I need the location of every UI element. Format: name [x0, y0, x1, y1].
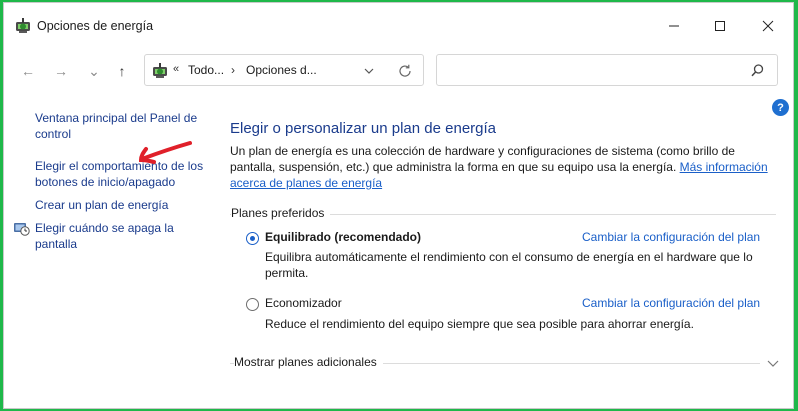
sidebar-item-display-off[interactable]: Elegir cuándo se apaga la pantalla [35, 220, 205, 252]
chevron-down-icon[interactable] [766, 357, 780, 369]
search-icon [751, 64, 764, 77]
plan-balanced-radio[interactable] [246, 232, 259, 245]
sidebar: Ventana principal del Panel de control E… [4, 93, 214, 403]
sidebar-item-create-plan[interactable]: Crear un plan de energía [35, 197, 205, 213]
navigation-bar: ← → ⌄ ↑ « Todo... › Opciones d... [4, 49, 793, 93]
maximize-button[interactable] [697, 3, 743, 49]
minimize-button[interactable] [651, 3, 697, 49]
arrow-left-icon: ← [21, 63, 35, 79]
maximize-icon [715, 21, 725, 31]
back-button[interactable]: ← [16, 60, 40, 82]
page-description: Un plan de energía es una colección de h… [230, 143, 775, 191]
close-icon [762, 20, 774, 32]
chevron-down-icon: ⌄ [88, 62, 100, 79]
page-title: Elegir o personalizar un plan de energía [230, 120, 497, 137]
recent-locations-button[interactable]: ⌄ [82, 60, 106, 82]
breadcrumb-separator[interactable]: › [231, 63, 235, 77]
address-bar[interactable]: « Todo... › Opciones d... [144, 54, 424, 86]
power-options-icon [153, 63, 167, 78]
power-options-window: Opciones de energía ← → ⌄ ↑ « Todo... › … [3, 2, 794, 409]
arrow-right-icon: → [54, 63, 68, 79]
plan-saver-description: Reduce el rendimiento del equipo siempre… [265, 317, 694, 331]
breadcrumb-overflow[interactable]: « [173, 63, 179, 75]
close-button[interactable] [745, 3, 791, 49]
refresh-icon[interactable] [397, 63, 413, 79]
title-bar: Opciones de energía [4, 3, 793, 49]
display-clock-icon [14, 223, 30, 236]
main-content: Elegir o personalizar un plan de energía… [230, 93, 790, 403]
chevron-down-icon[interactable] [361, 63, 377, 79]
up-button[interactable]: ↑ [110, 60, 134, 82]
plan-saver-radio[interactable] [246, 298, 259, 311]
plan-balanced-name[interactable]: Equilibrado (recomendado) [265, 230, 421, 244]
description-text: Un plan de energía es una colección de h… [230, 144, 735, 174]
plan-balanced-settings-link[interactable]: Cambiar la configuración del plan [582, 230, 760, 244]
plan-saver-settings-link[interactable]: Cambiar la configuración del plan [582, 296, 760, 310]
preferred-plans-heading: Planes preferidos [231, 206, 331, 220]
red-arrow-annotation [138, 141, 192, 164]
plan-balanced-description: Equilibra automáticamente el rendimiento… [265, 250, 753, 280]
arrow-up-icon: ↑ [118, 63, 126, 79]
show-more-plans-toggle[interactable]: Mostrar planes adicionales [234, 355, 383, 369]
window-title: Opciones de energía [37, 19, 154, 33]
minimize-icon [669, 25, 679, 27]
plan-saver-name[interactable]: Economizador [265, 296, 342, 310]
search-input[interactable] [436, 54, 778, 86]
breadcrumb-all-items[interactable]: Todo... [188, 63, 224, 77]
forward-button[interactable]: → [49, 60, 73, 82]
power-options-icon [16, 18, 30, 33]
breadcrumb-power-options[interactable]: Opciones d... [246, 63, 317, 77]
